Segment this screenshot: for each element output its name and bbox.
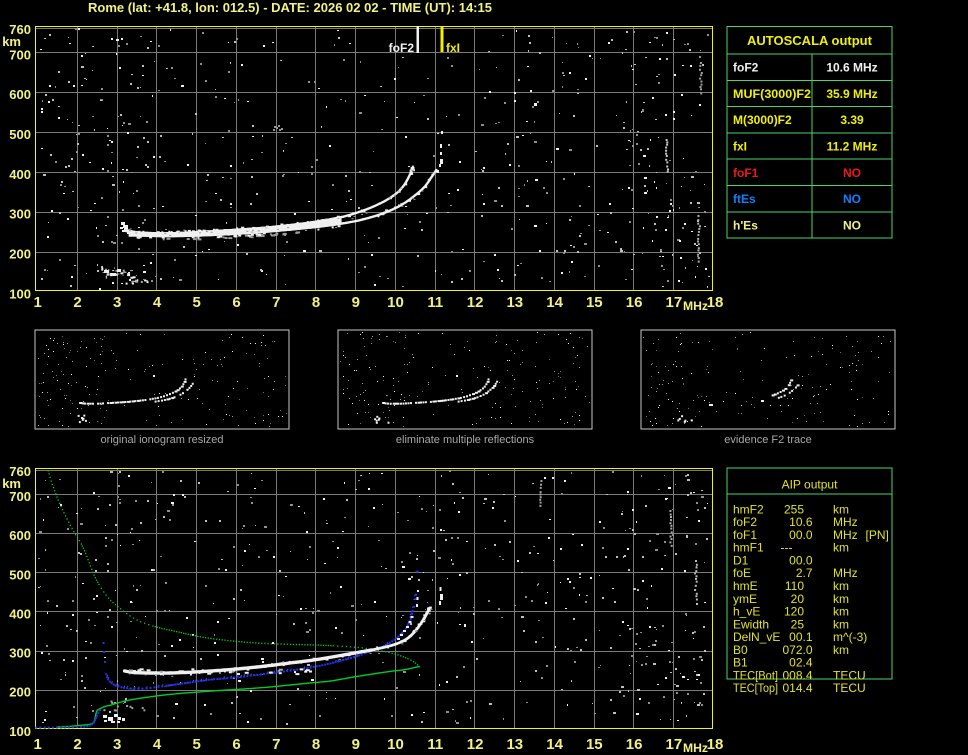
svg-text:5: 5 bbox=[193, 736, 201, 753]
svg-text:15: 15 bbox=[586, 736, 603, 753]
svg-text:500: 500 bbox=[9, 127, 31, 142]
svg-text:4: 4 bbox=[153, 294, 162, 311]
svg-text:AUTOSCALA output: AUTOSCALA output bbox=[747, 33, 873, 48]
svg-text:12: 12 bbox=[467, 294, 484, 311]
svg-text:14: 14 bbox=[546, 736, 563, 753]
svg-text:MHz: MHz bbox=[683, 741, 708, 755]
svg-text:700: 700 bbox=[9, 47, 31, 62]
svg-text:fxI: fxI bbox=[446, 41, 460, 55]
svg-text:eliminate multiple reflections: eliminate multiple reflections bbox=[396, 434, 535, 446]
svg-text:km: km bbox=[833, 541, 849, 555]
svg-text:15: 15 bbox=[586, 294, 603, 311]
svg-text:200: 200 bbox=[9, 247, 31, 262]
svg-text:18: 18 bbox=[707, 736, 724, 753]
svg-text:8: 8 bbox=[312, 294, 320, 311]
svg-text:9: 9 bbox=[352, 736, 360, 753]
svg-text:700: 700 bbox=[9, 489, 31, 504]
svg-text:foF2: foF2 bbox=[389, 41, 415, 55]
svg-text:11: 11 bbox=[427, 294, 443, 311]
svg-text:9: 9 bbox=[352, 294, 360, 311]
svg-text:400: 400 bbox=[9, 167, 31, 182]
svg-text:[PN]: [PN] bbox=[866, 528, 889, 542]
svg-text:NO: NO bbox=[843, 219, 861, 233]
svg-text:16: 16 bbox=[626, 736, 643, 753]
svg-text:ftEs: ftEs bbox=[733, 192, 756, 206]
svg-text:200: 200 bbox=[9, 685, 31, 700]
svg-text:1: 1 bbox=[34, 294, 42, 311]
svg-text:Rome (lat: +41.8, lon: 012.5): Rome (lat: +41.8, lon: 012.5) - DATE: 20… bbox=[88, 0, 492, 15]
svg-text:300: 300 bbox=[9, 207, 31, 222]
svg-text:100: 100 bbox=[9, 724, 31, 739]
svg-text:2: 2 bbox=[73, 294, 81, 311]
svg-text:10.6 MHz: 10.6 MHz bbox=[826, 61, 877, 75]
svg-text:1: 1 bbox=[34, 736, 42, 753]
svg-text:17: 17 bbox=[666, 294, 683, 311]
svg-text:km: km bbox=[833, 643, 849, 657]
svg-text:14: 14 bbox=[546, 294, 563, 311]
svg-text:18: 18 bbox=[707, 294, 724, 311]
svg-text:TEC[Top]: TEC[Top] bbox=[733, 681, 778, 695]
svg-text:35.9 MHz: 35.9 MHz bbox=[826, 87, 877, 101]
svg-text:11: 11 bbox=[427, 736, 443, 753]
svg-text:100: 100 bbox=[9, 286, 31, 301]
svg-text:12: 12 bbox=[467, 736, 484, 753]
svg-text:13: 13 bbox=[506, 736, 523, 753]
svg-text:original ionogram resized: original ionogram resized bbox=[101, 434, 224, 446]
svg-text:17: 17 bbox=[666, 736, 683, 753]
svg-text:7: 7 bbox=[272, 736, 280, 753]
svg-text:evidence F2 trace: evidence F2 trace bbox=[724, 434, 811, 446]
svg-text:2: 2 bbox=[73, 736, 81, 753]
svg-text:foF2: foF2 bbox=[733, 61, 759, 75]
svg-text:foF1: foF1 bbox=[733, 166, 759, 180]
svg-text:6: 6 bbox=[232, 736, 240, 753]
svg-text:300: 300 bbox=[9, 646, 31, 661]
svg-text:TECU: TECU bbox=[833, 681, 866, 695]
svg-text:MHz: MHz bbox=[683, 299, 708, 313]
svg-text:10: 10 bbox=[387, 736, 404, 753]
svg-text:10: 10 bbox=[387, 294, 404, 311]
svg-text:MUF(3000)F2: MUF(3000)F2 bbox=[733, 87, 811, 101]
svg-text:11.2 MHz: 11.2 MHz bbox=[827, 140, 878, 154]
svg-text:h'Es: h'Es bbox=[733, 219, 758, 233]
svg-text:13: 13 bbox=[506, 294, 523, 311]
svg-text:600: 600 bbox=[9, 87, 31, 102]
svg-text:3: 3 bbox=[113, 294, 121, 311]
svg-text:3: 3 bbox=[113, 736, 121, 753]
svg-text:00.0: 00.0 bbox=[789, 528, 813, 542]
svg-text:NO: NO bbox=[843, 166, 861, 180]
svg-text:3.39: 3.39 bbox=[840, 113, 864, 127]
svg-text:16: 16 bbox=[626, 294, 643, 311]
svg-text:400: 400 bbox=[9, 606, 31, 621]
svg-text:AIP output: AIP output bbox=[782, 478, 838, 492]
svg-text:NO: NO bbox=[843, 192, 861, 206]
svg-text:fxI: fxI bbox=[733, 140, 747, 154]
svg-text:8: 8 bbox=[312, 736, 320, 753]
svg-text:500: 500 bbox=[9, 567, 31, 582]
svg-text:600: 600 bbox=[9, 528, 31, 543]
svg-text:4: 4 bbox=[153, 736, 162, 753]
svg-text:6: 6 bbox=[232, 294, 240, 311]
svg-text:7: 7 bbox=[272, 294, 280, 311]
svg-text:5: 5 bbox=[193, 294, 201, 311]
svg-text:M(3000)F2: M(3000)F2 bbox=[733, 113, 792, 127]
svg-text:014.4: 014.4 bbox=[782, 681, 812, 695]
